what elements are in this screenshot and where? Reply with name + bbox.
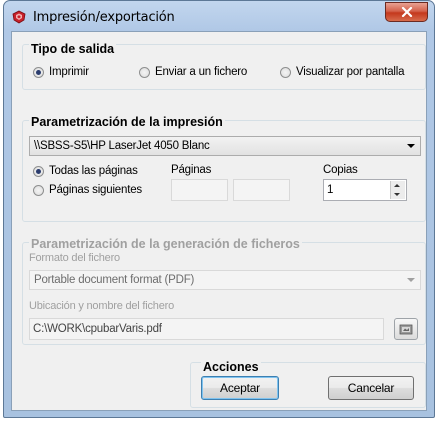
spin-up-icon[interactable]: [394, 184, 400, 187]
radio-print-label: Imprimir: [49, 66, 89, 78]
radio-display-screen-circle[interactable]: [280, 66, 291, 78]
copies-label: Copias: [323, 164, 358, 176]
radio-print-circle[interactable]: [33, 66, 44, 78]
file-location-value: C:\WORK\cpubarVaris.pdf: [33, 323, 162, 335]
chevron-down-icon: [407, 144, 415, 148]
radio-all-pages[interactable]: Todas las páginas: [33, 165, 138, 177]
location-label: Ubicación y nombre del fichero: [29, 300, 175, 312]
radio-send-to-file-circle[interactable]: [139, 66, 150, 78]
cancel-button[interactable]: Cancelar: [328, 376, 414, 400]
chevron-down-icon: [407, 278, 415, 282]
radio-print[interactable]: Imprimir: [33, 66, 89, 78]
radio-following-pages[interactable]: Páginas siguientes: [33, 184, 142, 196]
format-select-value: Portable document format (PDF): [34, 274, 195, 286]
close-button[interactable]: [385, 2, 428, 22]
spin-down-icon[interactable]: [394, 193, 400, 196]
radio-following-pages-label: Páginas siguientes: [49, 184, 142, 196]
output-type-title: Tipo de salida: [29, 42, 117, 56]
copies-value: 1: [327, 184, 334, 196]
dialog-body: Tipo de salida Imprimir Enviar a un fich…: [11, 31, 427, 411]
print-settings-group: Parametrización de la impresión \\SBSS-S…: [22, 115, 426, 222]
window-title: Impresión/exportación: [33, 10, 175, 25]
actions-group: Acciones Aceptar Cancelar: [190, 360, 426, 408]
actions-title: Acciones: [201, 360, 261, 374]
printer-select-value: \\SBSS-S5\HP LaserJet 4050 Blanc: [34, 140, 210, 152]
radio-send-to-file[interactable]: Enviar a un fichero: [139, 66, 247, 78]
from-page-input[interactable]: [171, 179, 228, 201]
file-settings-group: Parametrización de la generación de fich…: [22, 237, 426, 345]
file-settings-title: Parametrización de la generación de fich…: [29, 237, 302, 251]
radio-display-screen[interactable]: Visualizar por pantalla: [280, 66, 405, 78]
browse-icon: [399, 324, 413, 335]
pages-label: Páginas: [171, 164, 212, 176]
close-icon: [401, 7, 412, 17]
radio-all-pages-label: Todas las páginas: [49, 165, 138, 177]
file-location-input[interactable]: C:\WORK\cpubarVaris.pdf: [29, 318, 384, 340]
printer-select[interactable]: \\SBSS-S5\HP LaserJet 4050 Blanc: [29, 136, 421, 156]
browse-button[interactable]: [394, 318, 418, 340]
radio-send-to-file-label: Enviar a un fichero: [155, 66, 248, 78]
copies-stepper[interactable]: 1: [323, 179, 407, 201]
format-label: Formato del fichero: [29, 252, 120, 264]
app-logo-icon: [12, 10, 26, 24]
radio-all-pages-circle[interactable]: [33, 165, 44, 177]
format-select[interactable]: Portable document format (PDF): [29, 270, 421, 290]
to-page-input[interactable]: [233, 179, 290, 201]
output-type-group: Tipo de salida Imprimir Enviar a un fich…: [22, 42, 426, 90]
radio-display-screen-label: Visualizar por pantalla: [296, 66, 405, 78]
dialog-window: Impresión/exportación Tipo de salida Imp…: [3, 0, 435, 418]
copies-spin-buttons[interactable]: [390, 181, 405, 199]
title-bar[interactable]: Impresión/exportación: [4, 1, 434, 31]
print-settings-title: Parametrización de la impresión: [29, 115, 225, 129]
radio-following-pages-circle[interactable]: [33, 184, 44, 196]
accept-button[interactable]: Aceptar: [201, 376, 279, 400]
